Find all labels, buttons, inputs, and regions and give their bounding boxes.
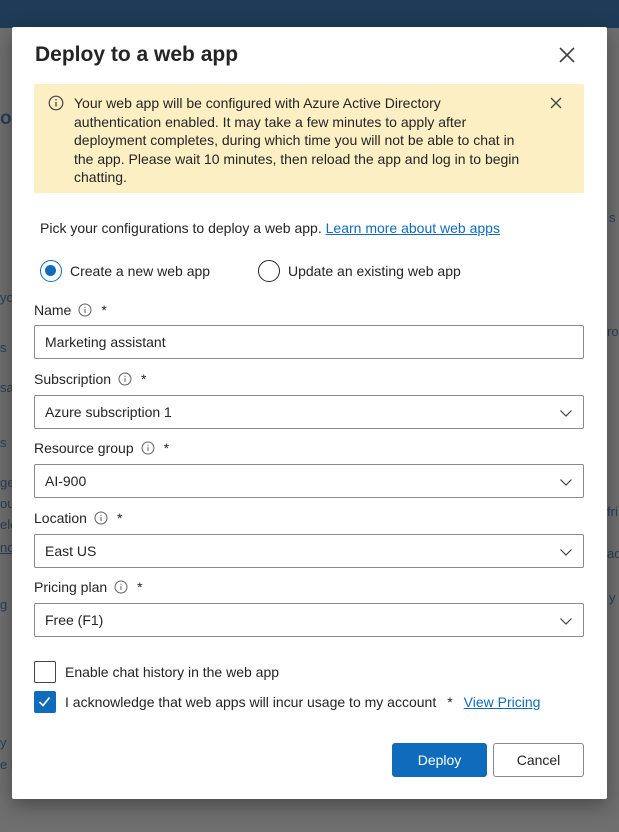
chevron-down-icon xyxy=(560,410,572,417)
pricing-plan-label-text: Pricing plan xyxy=(34,579,108,595)
pricing-plan-label: Pricing plan * xyxy=(34,579,143,595)
intro-text: Pick your configurations to deploy a web… xyxy=(40,220,500,236)
info-icon xyxy=(48,95,64,111)
chat-history-checkbox[interactable] xyxy=(34,661,56,683)
deploy-button[interactable]: Deploy xyxy=(392,743,487,777)
background-text: g xyxy=(0,597,8,612)
background-text: s xyxy=(609,210,616,225)
info-icon[interactable] xyxy=(78,303,92,317)
required-marker: * xyxy=(116,510,123,526)
deploy-dialog: Deploy to a web app Your web app will be… xyxy=(12,27,607,799)
background-text: ad xyxy=(607,546,619,561)
location-dropdown[interactable]: East US xyxy=(34,534,584,568)
radio-create-new[interactable]: Create a new web app xyxy=(40,260,210,282)
background-text: s xyxy=(0,340,7,355)
subscription-label-text: Subscription xyxy=(34,371,112,387)
background-text: fri xyxy=(607,504,618,519)
resource-group-dropdown[interactable]: AI-900 xyxy=(34,464,584,498)
chevron-down-icon xyxy=(560,618,572,625)
learn-more-link[interactable]: Learn more about web apps xyxy=(326,220,500,236)
pricing-plan-value: Free (F1) xyxy=(45,612,104,628)
location-label-text: Location xyxy=(34,510,87,526)
pricing-plan-dropdown[interactable]: Free (F1) xyxy=(34,603,584,637)
location-value: East US xyxy=(45,543,97,559)
radio-indicator[interactable] xyxy=(258,260,280,282)
intro-label: Pick your configurations to deploy a web… xyxy=(40,220,322,236)
required-marker: * xyxy=(137,579,143,595)
chevron-down-icon xyxy=(560,549,572,556)
background-text: ro xyxy=(607,324,619,339)
info-banner: Your web app will be configured with Azu… xyxy=(34,84,584,193)
resource-group-label: Resource group * xyxy=(34,440,169,456)
required-marker: * xyxy=(141,371,147,387)
subscription-label: Subscription * xyxy=(34,371,147,387)
chat-history-checkbox-row[interactable]: Enable chat history in the web app xyxy=(34,661,279,683)
name-label: Name * xyxy=(34,302,107,318)
dismiss-banner-icon[interactable] xyxy=(548,95,564,111)
location-label: Location * xyxy=(34,510,122,526)
required-marker: * xyxy=(447,694,453,710)
view-pricing-link[interactable]: View Pricing xyxy=(464,694,541,710)
name-label-text: Name xyxy=(34,302,72,318)
close-dialog-button[interactable] xyxy=(555,43,579,67)
info-icon[interactable] xyxy=(114,580,128,594)
banner-message: Your web app will be configured with Azu… xyxy=(74,95,520,185)
acknowledge-label: I acknowledge that web apps will incur u… xyxy=(65,694,437,710)
background-text: s xyxy=(0,435,7,450)
name-input[interactable]: Marketing assistant xyxy=(34,325,584,359)
chevron-down-icon xyxy=(560,479,572,486)
info-icon[interactable] xyxy=(118,372,132,386)
checkmark-icon xyxy=(38,696,51,707)
background-text: y xyxy=(609,590,616,605)
radio-update-existing[interactable]: Update an existing web app xyxy=(258,260,461,282)
info-icon[interactable] xyxy=(141,441,155,455)
resource-group-label-text: Resource group xyxy=(34,440,134,456)
resource-group-value: AI-900 xyxy=(45,473,87,489)
subscription-dropdown[interactable]: Azure subscription 1 xyxy=(34,395,584,429)
acknowledge-checkbox[interactable] xyxy=(34,691,56,713)
subscription-value: Azure subscription 1 xyxy=(45,404,172,420)
radio-label: Update an existing web app xyxy=(288,263,461,279)
dialog-title: Deploy to a web app xyxy=(35,43,239,66)
chat-history-label: Enable chat history in the web app xyxy=(65,664,280,680)
cancel-button[interactable]: Cancel xyxy=(493,743,584,777)
close-icon xyxy=(559,47,575,63)
radio-label: Create a new web app xyxy=(70,263,211,279)
radio-selected-indicator[interactable] xyxy=(40,260,62,282)
required-marker: * xyxy=(101,302,107,318)
background-header xyxy=(0,0,619,28)
info-icon[interactable] xyxy=(94,511,108,525)
required-marker: * xyxy=(163,440,170,456)
acknowledge-checkbox-row[interactable]: I acknowledge that web apps will incur u… xyxy=(34,691,540,713)
background-text: y xyxy=(0,735,7,750)
